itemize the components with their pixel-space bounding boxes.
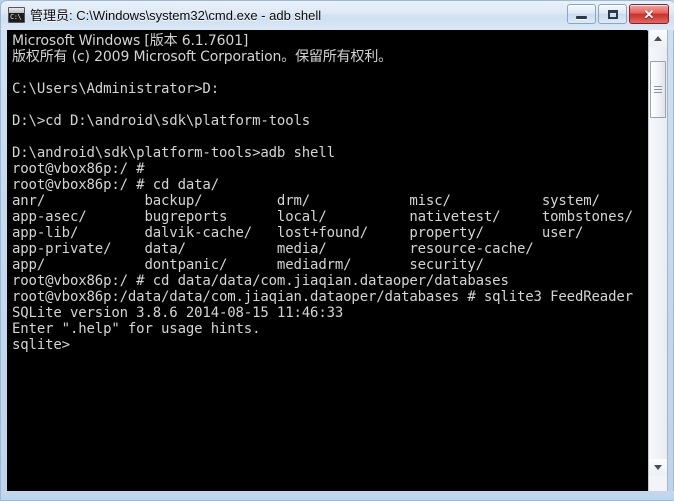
console-line: C:\Users\Administrator>D:: [12, 81, 219, 97]
cmd-window: C:\ 管理员: C:\Windows\system32\cmd.exe - a…: [0, 0, 674, 501]
console-line: SQLite version 3.8.6 2014-08-15 11:46:33: [12, 305, 344, 321]
console-line: app/ dontpanic/ mediadrm/ security/: [12, 257, 484, 273]
minimize-button[interactable]: [567, 4, 596, 24]
console-line: anr/ backup/ drm/ misc/ system/: [12, 193, 600, 209]
close-icon: ✕: [643, 6, 655, 22]
scroll-up-button[interactable]: [649, 30, 667, 47]
console-line: Enter ".help" for usage hints.: [12, 321, 261, 337]
chevron-down-icon: [654, 465, 662, 470]
console-output-area[interactable]: Microsoft Windows [版本 6.1.7601] 版权所有 (c) …: [7, 30, 647, 492]
window-title: 管理员: C:\Windows\system32\cmd.exe - adb s…: [30, 8, 322, 23]
minimize-icon: [568, 5, 595, 23]
grip-icon: [654, 84, 662, 95]
cmd-console-icon: C:\: [8, 7, 25, 23]
maximize-button[interactable]: [598, 4, 627, 24]
scrollbar-track[interactable]: [649, 47, 667, 459]
console-line: root@vbox86p:/ #: [12, 161, 145, 177]
console-line: sqlite>: [12, 337, 70, 353]
chevron-up-icon: [654, 36, 662, 41]
window-bottom-border: [1, 491, 674, 500]
title-bar[interactable]: C:\ 管理员: C:\Windows\system32\cmd.exe - a…: [1, 1, 674, 30]
console-line: app-asec/ bugreports local/ nativetest/ …: [12, 209, 633, 225]
cmd-icon-text: C:\: [10, 13, 22, 21]
console-line: root@vbox86p:/ # cd data/data/com.jiaqia…: [12, 273, 509, 289]
close-button[interactable]: ✕: [629, 4, 669, 24]
scroll-down-button[interactable]: [649, 459, 667, 476]
console-line: app-private/ data/ media/ resource-cache…: [12, 241, 534, 257]
console-line: root@vbox86p:/data/data/com.jiaqian.data…: [12, 289, 633, 305]
console-text: Microsoft Windows [版本 6.1.7601] 版权所有 (c) …: [12, 33, 647, 353]
console-line: D:\android\sdk\platform-tools>adb shell: [12, 145, 335, 161]
console-scrollbar[interactable]: [648, 30, 668, 492]
console-line: Microsoft Windows [版本 6.1.7601]: [12, 33, 249, 49]
console-line: root@vbox86p:/ # cd data/: [12, 177, 219, 193]
console-line: D:\>cd D:\android\sdk\platform-tools: [12, 113, 311, 129]
console-line: 版权所有 (c) 2009 Microsoft Corporation。保留所有…: [12, 49, 393, 65]
console-line: app-lib/ dalvik-cache/ lost+found/ prope…: [12, 225, 584, 241]
maximize-icon: [599, 5, 626, 23]
scrollbar-thumb[interactable]: [650, 61, 666, 118]
